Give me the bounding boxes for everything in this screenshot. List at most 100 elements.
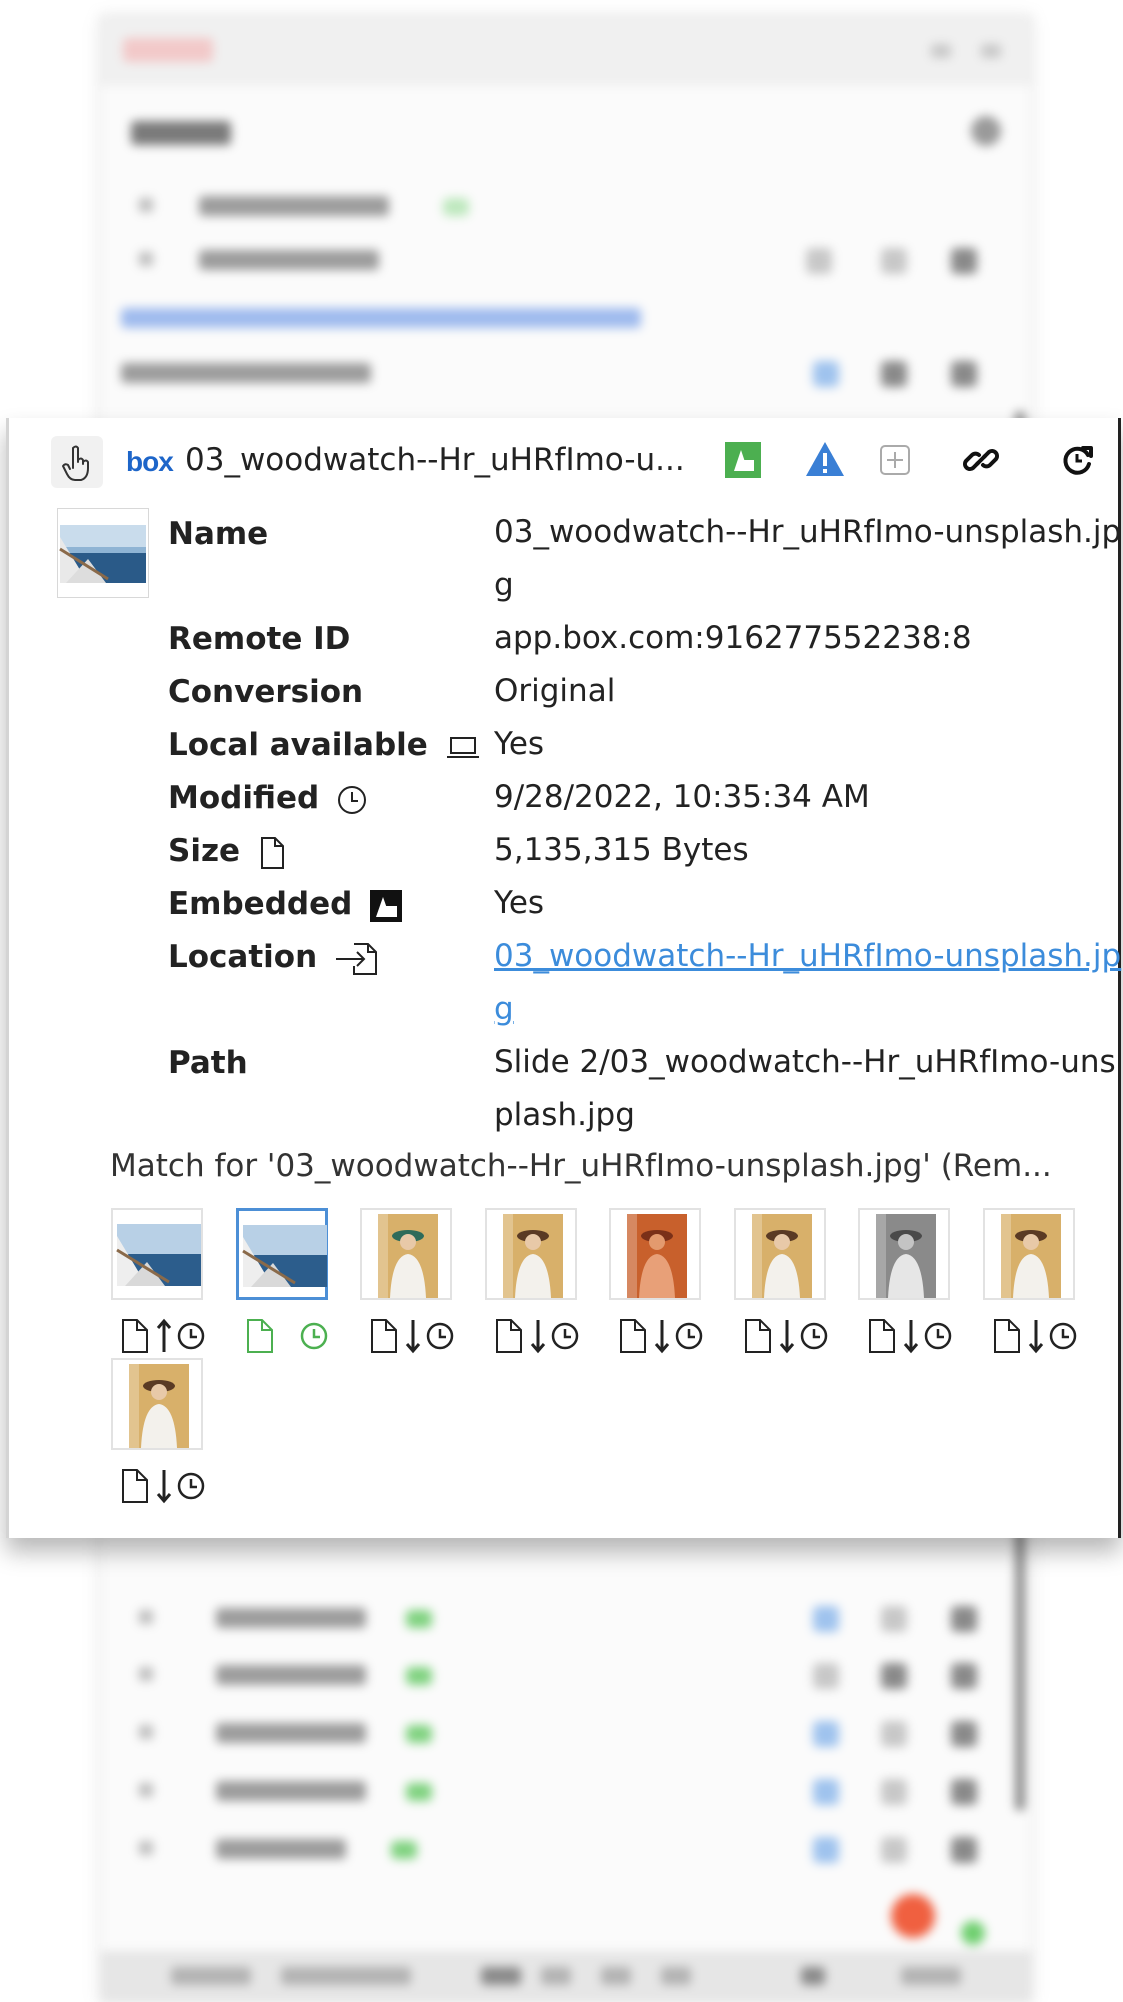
background-close-button <box>981 44 1001 58</box>
thumbnail-frame[interactable] <box>360 1208 452 1300</box>
background-row <box>101 184 1031 228</box>
match-thumbnail-item[interactable] <box>982 1208 1103 1358</box>
property-value-local-available: Yes <box>494 726 545 762</box>
thumbnail-status-icons <box>115 1316 209 1356</box>
thumbnail-status-icons <box>738 1316 832 1356</box>
thumbnail-frame[interactable] <box>111 1208 203 1300</box>
match-thumbnail-item[interactable] <box>360 1208 480 1358</box>
file-icon <box>993 1319 1020 1353</box>
background-status-dot <box>961 1921 985 1945</box>
thumbnail-status-icons <box>364 1316 458 1356</box>
thumbnail-frame[interactable] <box>484 1208 577 1300</box>
link-icon[interactable] <box>959 438 1003 482</box>
property-label-conversion: Conversion <box>168 674 364 710</box>
woman-hat-green-thumbnail-image <box>378 1214 438 1298</box>
property-label-text: Local available <box>168 727 428 763</box>
match-thumbnail-item[interactable] <box>858 1208 978 1358</box>
sailboat-thumbnail-image <box>241 1225 327 1287</box>
woman-hat-thumbnail-image <box>129 1364 189 1448</box>
property-label-text: Location <box>168 939 318 975</box>
thumbnail-status-icons <box>613 1316 707 1356</box>
clock-icon <box>177 1472 205 1500</box>
property-label-text: Size <box>168 833 241 869</box>
background-app-logo <box>123 38 213 62</box>
woman-orange-thumbnail-image <box>627 1214 687 1298</box>
file-icon <box>869 1319 895 1353</box>
embedded-icon <box>370 889 403 922</box>
background-statusbar <box>101 1951 1031 2001</box>
sailboat-thumbnail-image <box>116 1224 201 1286</box>
woman-hat-thumbnail-image <box>1000 1214 1061 1298</box>
match-thumbnail-item[interactable] <box>733 1208 854 1358</box>
property-label-local-available: Local available <box>168 727 481 763</box>
file-icon <box>246 1319 273 1353</box>
arrow-down-icon <box>530 1320 545 1354</box>
clock-icon <box>337 785 366 814</box>
file-icon <box>495 1319 522 1353</box>
clock-icon <box>177 1322 205 1350</box>
background-gear-icon <box>971 116 1001 146</box>
laptop-icon <box>446 736 479 758</box>
property-label-size: Size <box>168 833 287 870</box>
warning-icon[interactable] <box>803 438 847 482</box>
property-value-path: Slide 2/03_woodwatch--Hr_uHRfImo-unsplas… <box>494 1044 1116 1133</box>
thumbnail-status-icons <box>115 1466 209 1506</box>
clock-icon <box>551 1322 578 1350</box>
selected-thumbnail-frame[interactable] <box>235 1208 328 1300</box>
property-value-size: 5,135,315 Bytes <box>494 832 749 868</box>
arrow-down-icon <box>405 1320 421 1354</box>
property-value-remote-id: app.box.com:916277552238:8 <box>494 620 972 656</box>
thumbnail-status-icons <box>489 1316 583 1356</box>
property-value-location-link[interactable]: 03_woodwatch--Hr_uHRfImo-unsplash.jpg <box>494 930 1123 1036</box>
file-thumbnail <box>57 508 149 598</box>
background-row <box>101 1827 1031 1871</box>
clock-icon <box>426 1322 454 1350</box>
woman-hat-thumbnail-image <box>502 1214 563 1298</box>
background-row <box>101 1653 1031 1697</box>
background-row <box>101 1596 1031 1640</box>
match-thumbnail-item[interactable] <box>609 1208 729 1358</box>
property-label-embedded: Embedded <box>168 886 403 923</box>
refresh-icon[interactable] <box>1055 438 1099 482</box>
file-icon <box>620 1319 646 1353</box>
property-value-conversion: Original <box>494 673 616 709</box>
background-row <box>101 351 1031 395</box>
popup-header: box 03_woodwatch--Hr_uHRfImo-u... <box>9 418 1118 504</box>
background-row <box>101 1769 1031 1813</box>
property-label-modified: Modified <box>168 780 368 816</box>
thumbnail-frame[interactable] <box>858 1208 950 1300</box>
background-titlebar <box>101 16 1031 86</box>
thumbnail-status-icons <box>987 1316 1081 1356</box>
property-label-location: Location <box>168 939 382 976</box>
background-link <box>121 308 641 328</box>
property-value-embedded: Yes <box>494 885 545 921</box>
match-thumbnail-item[interactable] <box>111 1208 231 1358</box>
arrow-down-icon <box>779 1320 794 1354</box>
property-label-path: Path <box>168 1045 248 1081</box>
thumbnail-frame[interactable] <box>733 1208 826 1300</box>
sailboat-thumbnail-image <box>59 525 146 583</box>
thumbnail-frame[interactable] <box>609 1208 701 1300</box>
file-icon <box>744 1319 771 1353</box>
clock-icon <box>300 1322 327 1350</box>
match-thumbnail-item[interactable] <box>111 1358 231 1508</box>
add-square-icon[interactable] <box>873 438 917 482</box>
background-notification-dot <box>891 1894 935 1938</box>
property-label-text: Modified <box>168 780 320 816</box>
match-thumbnail-item[interactable] <box>235 1208 356 1358</box>
property-label-text: Embedded <box>168 886 353 922</box>
thumbnail-frame[interactable] <box>982 1208 1075 1300</box>
thumbnail-frame[interactable] <box>111 1358 203 1450</box>
match-description: Match for '03_woodwatch--Hr_uHRfImo-unsp… <box>110 1148 1052 1184</box>
arrow-down-icon <box>1028 1320 1043 1354</box>
file-details-popup: box 03_woodwatch--Hr_uHRfImo-u... Name R… <box>6 418 1121 1538</box>
embedded-green-icon[interactable] <box>721 438 765 482</box>
file-icon <box>371 1319 397 1353</box>
property-label-remote-id: Remote ID <box>168 621 351 657</box>
match-thumbnail-item[interactable] <box>484 1208 605 1358</box>
background-row <box>101 238 1031 282</box>
woman-grayscale-thumbnail-image <box>876 1214 936 1298</box>
drag-handle-button[interactable] <box>51 436 103 488</box>
box-logo: box <box>126 446 174 477</box>
arrow-down-icon <box>156 1470 172 1504</box>
